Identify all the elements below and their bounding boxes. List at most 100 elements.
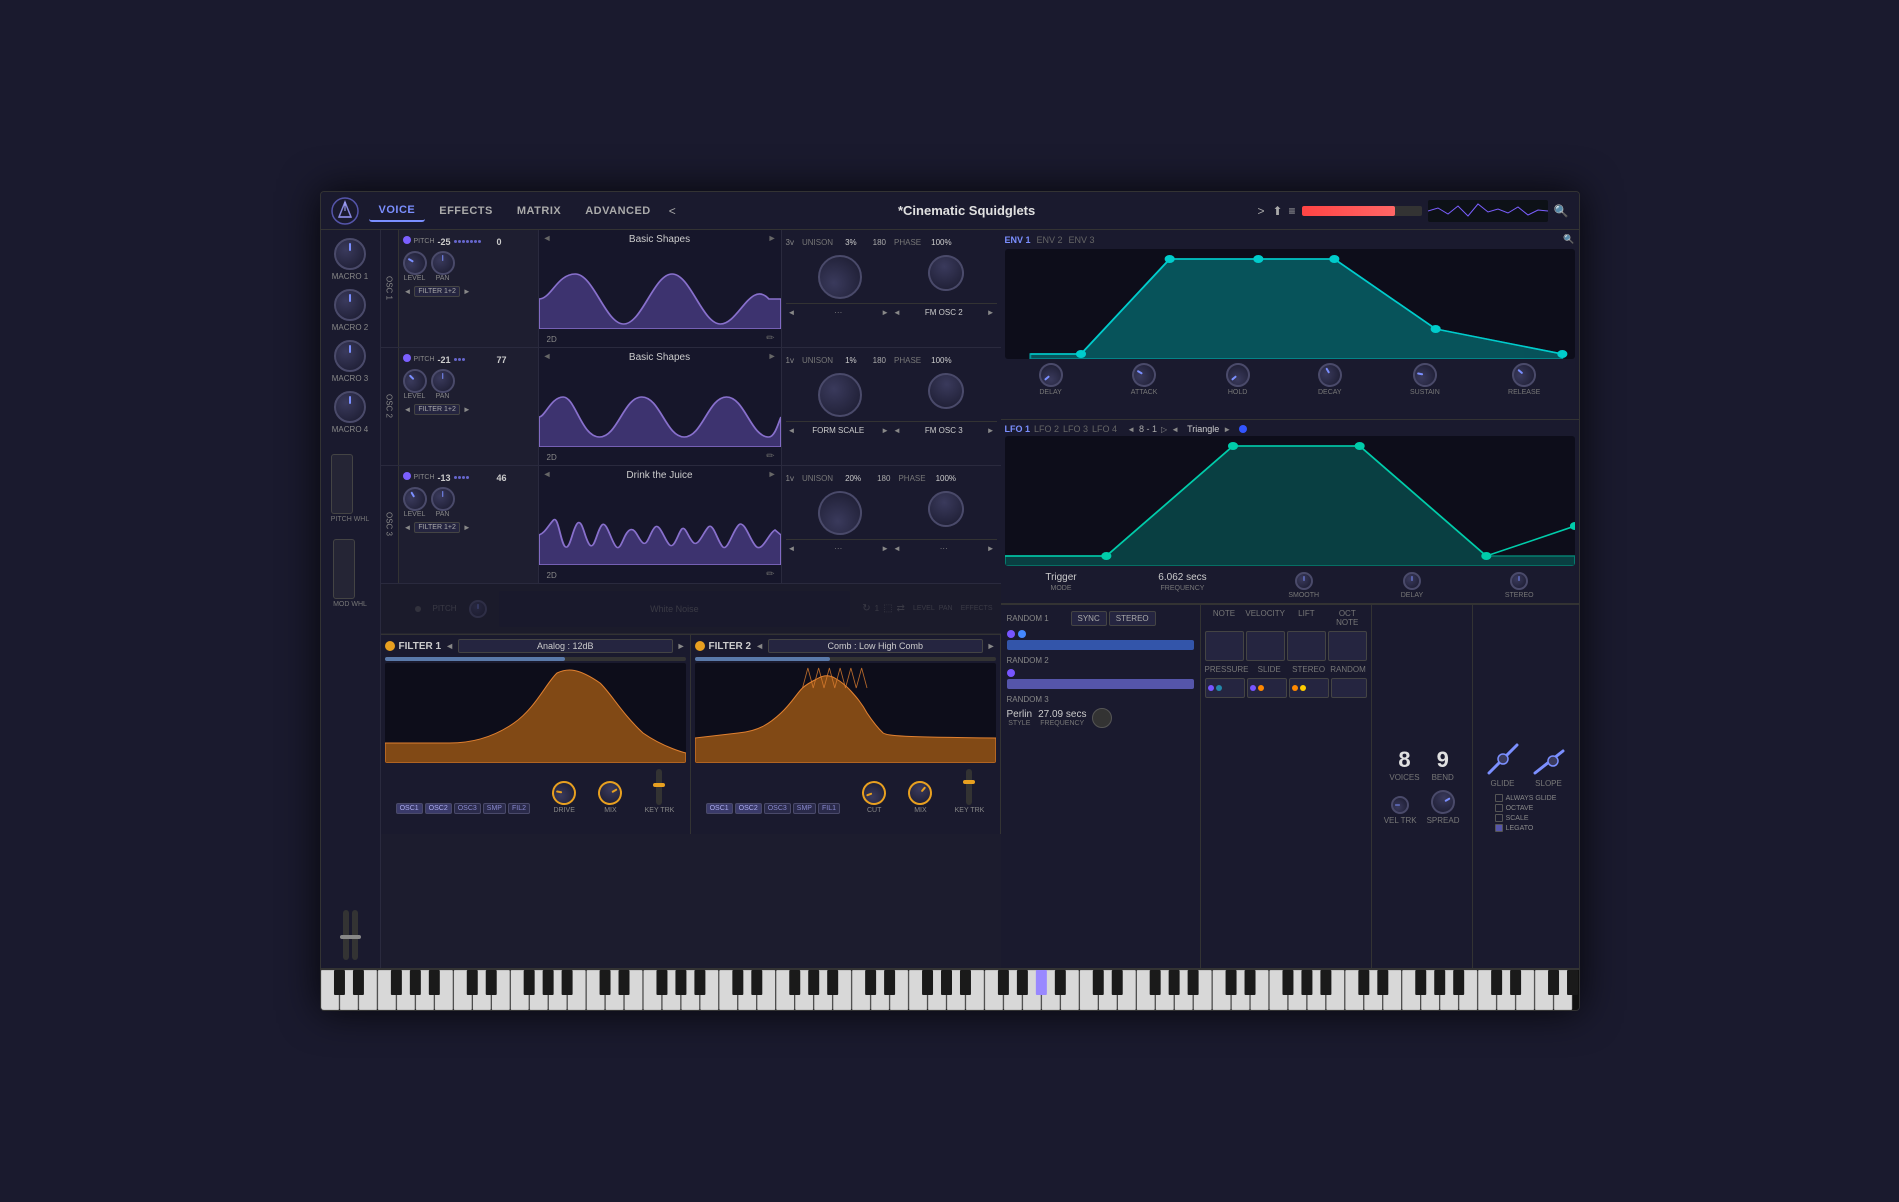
env-delay-knob[interactable]	[1034, 358, 1068, 392]
lfo4-tab[interactable]: LFO 4	[1092, 424, 1117, 434]
scale-cb[interactable]	[1495, 814, 1503, 822]
filter2-fil1-btn[interactable]: FIL1	[818, 803, 840, 814]
env-release-knob[interactable]	[1507, 358, 1541, 392]
osc1-filter-prev[interactable]: ◄	[403, 287, 413, 296]
osc1-filter-btn[interactable]: FILTER 1+2	[414, 286, 459, 297]
filter1-dot[interactable]	[385, 641, 395, 651]
perf-velocity-bar[interactable]	[1246, 631, 1285, 661]
glide-slider[interactable]	[1485, 741, 1521, 777]
perf-lift-bar[interactable]	[1287, 631, 1326, 661]
osc2-pitch-fine[interactable]: 77	[497, 355, 507, 365]
filter1-next-btn[interactable]: ►	[677, 641, 686, 651]
random1-sync-btn[interactable]: SYNC	[1071, 611, 1107, 626]
random1-bar[interactable]	[1007, 640, 1194, 650]
veltrk-knob[interactable]	[1391, 796, 1409, 814]
osc2-edit-btn[interactable]: ✏	[766, 451, 774, 462]
osc1-unison-knob[interactable]	[818, 255, 862, 299]
osc3-filter-next[interactable]: ►	[462, 523, 472, 532]
perf-slide-bar[interactable]	[1247, 678, 1287, 698]
filter2-mix-knob[interactable]	[904, 776, 938, 810]
osc1-filter-next[interactable]: ►	[462, 287, 472, 296]
filter1-mix-knob[interactable]	[594, 777, 627, 810]
filter2-osc1-btn[interactable]: OSC1	[706, 803, 733, 814]
filter1-cutoff-slider[interactable]	[385, 657, 686, 661]
filter2-osc2-btn[interactable]: OSC2	[735, 803, 762, 814]
volume-bar-container[interactable]	[1302, 206, 1422, 216]
random2-dot1[interactable]	[1007, 669, 1015, 677]
lfo-rate-nav-right[interactable]: ◄	[1171, 425, 1179, 434]
lfo-smooth-knob[interactable]	[1295, 572, 1313, 590]
env-decay-knob[interactable]	[1313, 359, 1346, 392]
osc1-wave-next[interactable]: ►	[768, 233, 777, 243]
macro3-knob[interactable]	[334, 340, 366, 372]
filter2-cutoff-slider[interactable]	[695, 657, 996, 661]
osc3-pitch-fine[interactable]: 46	[497, 473, 507, 483]
osc1-edit-btn[interactable]: ✏	[766, 333, 774, 344]
env-search-icon[interactable]: 🔍	[1563, 234, 1574, 245]
env2-tab[interactable]: ENV 2	[1037, 235, 1063, 245]
octave-cb[interactable]	[1495, 804, 1503, 812]
random3-mode-knob[interactable]	[1092, 708, 1112, 728]
spread-knob[interactable]	[1427, 785, 1460, 818]
lfo-type-nav-right[interactable]: ►	[1223, 425, 1231, 434]
osc2-active-dot[interactable]	[403, 354, 411, 362]
env1-tab[interactable]: ENV 1	[1005, 235, 1031, 245]
perf-note-bar[interactable]	[1205, 631, 1244, 661]
osc3-pan-knob[interactable]	[431, 487, 455, 511]
perf-octnote-bar[interactable]	[1328, 631, 1367, 661]
slider2[interactable]	[352, 910, 358, 960]
menu-icon[interactable]: ≡	[1289, 204, 1296, 218]
mod-wheel[interactable]	[333, 539, 355, 599]
osc2-filter-next[interactable]: ►	[462, 405, 472, 414]
osc1-phase-knob[interactable]	[921, 248, 970, 297]
filter2-dot[interactable]	[695, 641, 705, 651]
filter1-keytrk-slider[interactable]	[656, 769, 662, 805]
patch-next-button[interactable]: >	[1253, 202, 1268, 220]
tab-advanced[interactable]: ADVANCED	[575, 201, 661, 221]
osc3-wave-next[interactable]: ►	[768, 469, 777, 479]
lfo1-tab[interactable]: LFO 1	[1005, 424, 1031, 434]
filter2-smp-btn[interactable]: SMP	[793, 803, 816, 814]
random1-dot1[interactable]	[1007, 630, 1015, 638]
filter1-fil2-btn[interactable]: FIL2	[508, 803, 530, 814]
filter2-next-btn[interactable]: ►	[987, 641, 996, 651]
filter1-smp-btn[interactable]: SMP	[483, 803, 506, 814]
noise-dot[interactable]	[415, 606, 421, 612]
env-attack-knob[interactable]	[1128, 359, 1161, 392]
lfo-rate-nav-left[interactable]: ◄	[1127, 425, 1135, 434]
noise-knob[interactable]	[469, 600, 487, 618]
perf-random-bar[interactable]	[1331, 678, 1367, 698]
filter2-prev-btn[interactable]: ◄	[755, 641, 764, 651]
pitch-wheel[interactable]	[331, 454, 353, 514]
osc3-edit-btn[interactable]: ✏	[766, 569, 774, 580]
osc2-wave-next[interactable]: ►	[768, 351, 777, 361]
env-hold-knob[interactable]	[1221, 358, 1255, 392]
save-icon[interactable]: ⬆	[1272, 204, 1282, 218]
filter2-cut-knob[interactable]	[859, 778, 890, 809]
tab-effects[interactable]: EFFECTS	[429, 201, 503, 221]
osc2-wave-prev[interactable]: ◄	[543, 351, 552, 361]
macro2-knob[interactable]	[334, 289, 366, 321]
filter1-drive-knob[interactable]	[550, 779, 578, 807]
slope-slider[interactable]	[1531, 741, 1567, 777]
osc1-pitch-val[interactable]: -25	[438, 237, 451, 247]
osc3-wave-prev[interactable]: ◄	[543, 469, 552, 479]
random1-dot2[interactable]	[1018, 630, 1026, 638]
perf-pressure-bar[interactable]	[1205, 678, 1245, 698]
osc2-pan-knob[interactable]	[431, 369, 455, 393]
macro4-knob[interactable]	[334, 391, 366, 423]
env-sustain-knob[interactable]	[1411, 361, 1439, 389]
random2-bar[interactable]	[1007, 679, 1194, 689]
filter1-osc1-btn[interactable]: OSC1	[396, 803, 423, 814]
lfo-stereo-knob[interactable]	[1510, 572, 1528, 590]
tab-voice[interactable]: VOICE	[369, 200, 426, 222]
lfo-play-icon[interactable]: ▷	[1161, 425, 1167, 434]
filter1-osc3-btn[interactable]: OSC3	[454, 803, 481, 814]
osc3-pitch-val[interactable]: -13	[438, 473, 451, 483]
osc1-active-dot[interactable]	[403, 236, 411, 244]
perf-stereo-bar[interactable]	[1289, 678, 1329, 698]
osc3-filter-btn[interactable]: FILTER 1+2	[414, 522, 459, 533]
legato-cb[interactable]	[1495, 824, 1503, 832]
osc3-unison-knob[interactable]	[810, 483, 870, 543]
osc3-phase-knob[interactable]	[921, 484, 970, 533]
